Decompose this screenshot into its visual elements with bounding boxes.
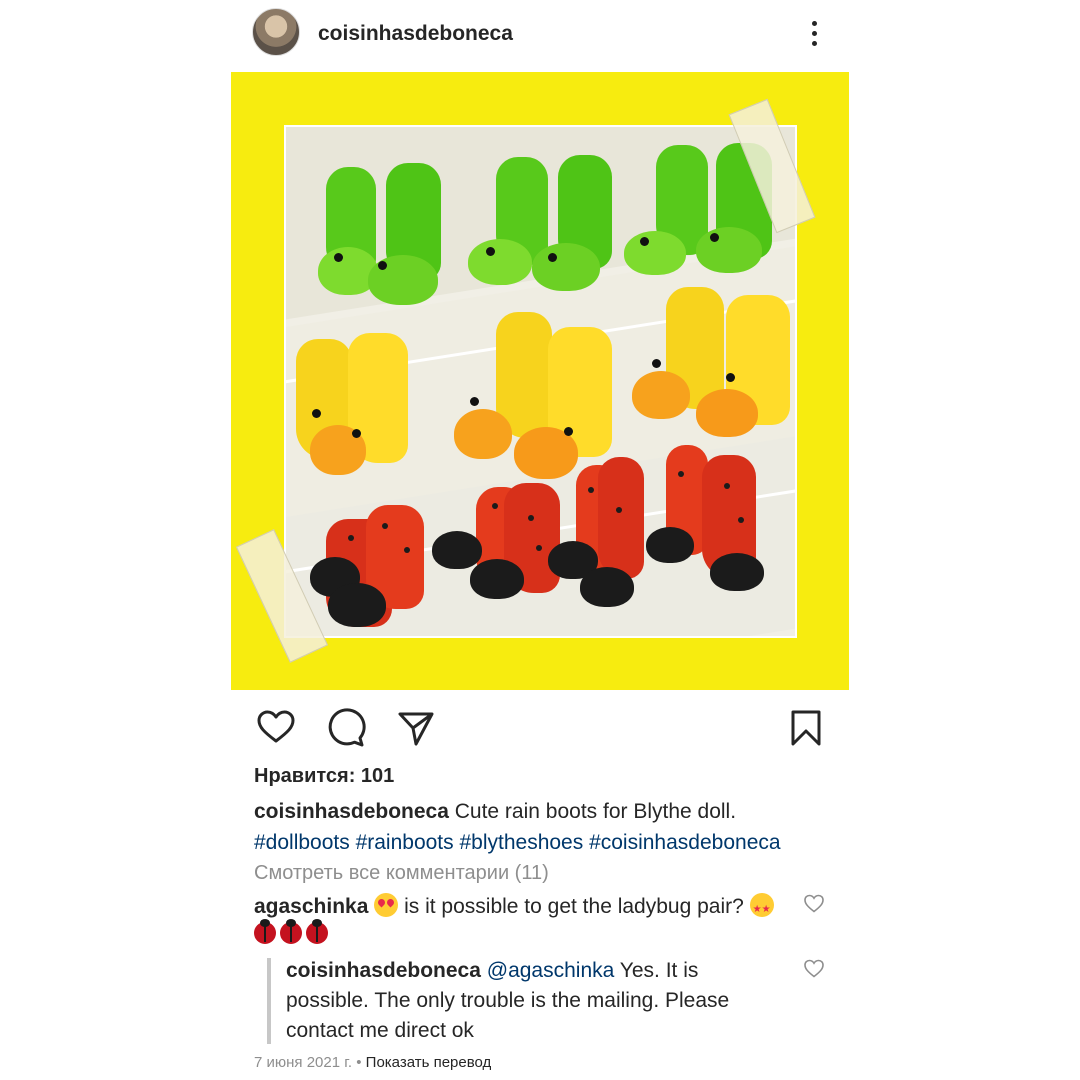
post-actions — [0, 700, 1080, 756]
duck-beak — [454, 409, 512, 459]
post-date: 7 июня 2021 г. — [254, 1054, 353, 1071]
ladybug-emoji-icon — [306, 919, 328, 944]
ladybug-head — [710, 553, 764, 591]
frog-boot-toe — [696, 227, 762, 273]
reply-username[interactable]: coisinhasdeboneca — [286, 959, 481, 982]
ladybug-head — [432, 531, 482, 569]
duck-eye — [312, 409, 321, 418]
ladybug-head — [580, 567, 634, 607]
ladybug-emoji-row — [254, 919, 328, 944]
duck-eye — [564, 427, 573, 436]
comment-like-icon[interactable] — [803, 893, 825, 915]
post-image[interactable] — [231, 72, 849, 690]
ladybug-spot — [492, 503, 498, 509]
ladybug-spot — [404, 547, 410, 553]
comment-username[interactable]: agaschinka — [254, 895, 368, 918]
reply-comment: coisinhasdeboneca @agaschinka Yes. It is… — [286, 956, 786, 1046]
frog-eye — [640, 237, 649, 246]
ladybug-spot — [528, 515, 534, 521]
duck-beak — [632, 371, 690, 419]
ladybug-spot — [382, 523, 388, 529]
duck-eye — [352, 429, 361, 438]
ladybug-spot — [536, 545, 542, 551]
star-struck-emoji-icon — [749, 893, 774, 925]
post-caption: coisinhasdeboneca Cute rain boots for Bl… — [254, 796, 854, 858]
view-all-comments-link[interactable]: Смотреть все комментарии (11) — [254, 862, 549, 885]
post-header: coisinhasdeboneca — [0, 0, 1080, 70]
ladybug-spot — [678, 471, 684, 477]
caption-username[interactable]: coisinhasdeboneca — [254, 800, 449, 823]
frog-eye — [486, 247, 495, 256]
reply-like-icon[interactable] — [803, 958, 825, 980]
frog-eye — [548, 253, 557, 262]
more-dot — [811, 30, 817, 36]
more-dot — [811, 20, 817, 26]
show-translation-link[interactable]: Показать перевод — [366, 1054, 492, 1071]
ladybug-spot — [738, 517, 744, 523]
bookmark-icon[interactable] — [786, 708, 826, 748]
ladybug-spot — [724, 483, 730, 489]
more-options-icon[interactable] — [800, 16, 828, 50]
ladybug-emoji-icon — [254, 919, 276, 944]
frog-boot-toe — [468, 239, 532, 285]
frog-eye — [710, 233, 719, 242]
ladybug-head — [646, 527, 694, 563]
ladybug-spot — [588, 487, 594, 493]
duck-eye — [652, 359, 661, 368]
meta-separator: • — [352, 1054, 366, 1071]
reply-thread-line — [267, 958, 271, 1044]
reply-mention[interactable]: @agaschinka — [487, 959, 615, 982]
duck-beak — [696, 389, 758, 437]
rain-boots-photo — [284, 125, 797, 638]
more-dot — [811, 40, 817, 46]
ladybug-spot — [616, 507, 622, 513]
frog-boot-toe — [532, 243, 600, 291]
duck-eye — [726, 373, 735, 382]
heart-outline-icon[interactable] — [256, 708, 296, 748]
frog-boot-toe — [624, 231, 686, 275]
ladybug-head — [328, 583, 386, 627]
caption-hashtags[interactable]: #dollboots #rainboots #blytheshoes #cois… — [254, 831, 781, 854]
heart-eyes-emoji-icon — [374, 893, 399, 917]
caption-text: Cute rain boots for Blythe doll. — [448, 800, 737, 823]
frog-eye — [334, 253, 343, 262]
ladybug-boot — [598, 457, 644, 579]
ladybug-spot — [348, 535, 354, 541]
post-username[interactable]: coisinhasdeboneca — [318, 22, 513, 46]
comment-text: is it possible to get the ladybug pair? — [398, 895, 750, 918]
post-meta: 7 июня 2021 г. • Показать перевод — [254, 1054, 491, 1071]
ladybug-head — [470, 559, 524, 599]
duck-eye — [470, 397, 479, 406]
likes-count[interactable]: Нравится: 101 — [254, 765, 394, 788]
send-icon[interactable] — [396, 708, 436, 748]
frog-eye — [378, 261, 387, 270]
comment: agaschinka is it possible to get the lad… — [254, 892, 794, 925]
comment-icon[interactable] — [326, 708, 366, 748]
ladybug-emoji-icon — [280, 919, 302, 944]
user-avatar[interactable] — [252, 8, 300, 56]
